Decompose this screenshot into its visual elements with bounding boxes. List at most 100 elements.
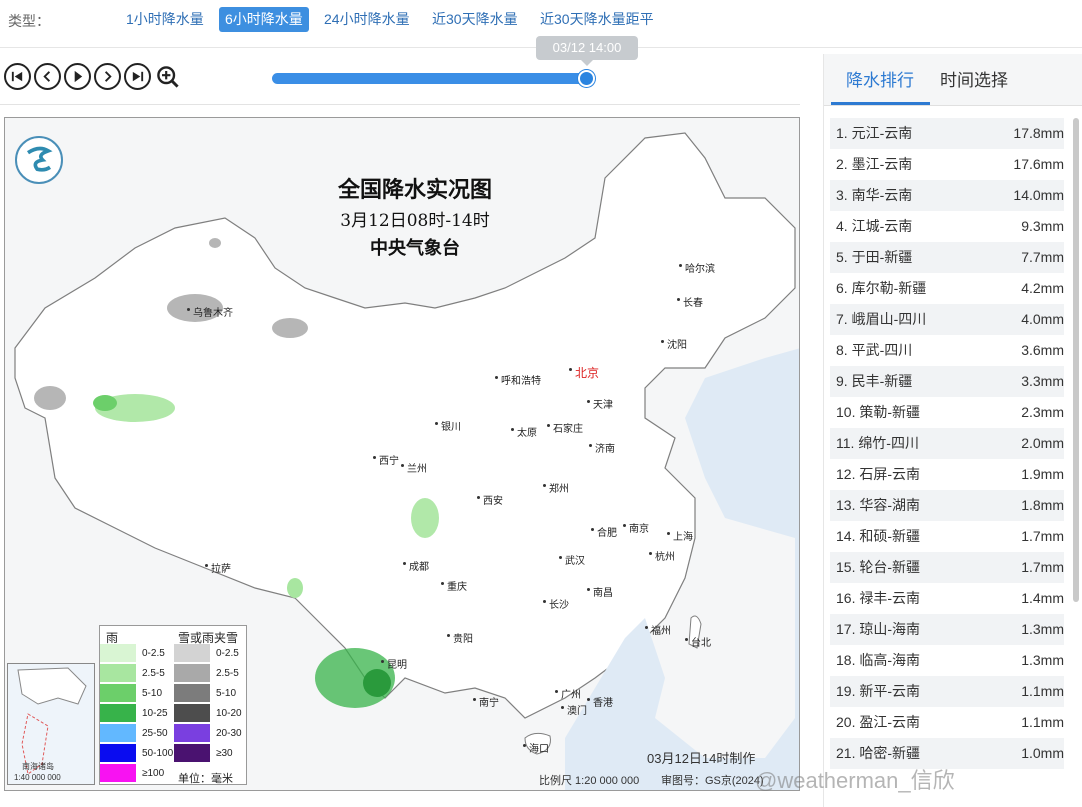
ranking-row[interactable]: 13. 华容-湖南 1.8mm [830,490,1064,521]
city-dot [447,634,450,637]
station-name: 2. 墨江-云南 [836,156,913,172]
city-dot [495,376,498,379]
city-label: 呼和浩特 [501,376,541,387]
city-dot [645,626,648,629]
legend-label: 0-2.5 [216,647,239,659]
legend-swatch [100,684,136,702]
tab-24h-precip[interactable]: 24小时降水量 [318,7,416,32]
ranking-row[interactable]: 16. 禄丰-云南 1.4mm [830,583,1064,614]
watermark: @weatherman_信欣 [755,768,955,793]
ranking-row[interactable]: 1. 元江-云南 17.8mm [830,118,1064,149]
city-label: 成都 [409,562,429,573]
station-name: 7. 峨眉山-四川 [836,311,927,327]
city-dot [587,588,590,591]
tab-30d-anomaly[interactable]: 近30天降水量距平 [534,7,660,32]
precip-value: 1.9mm [1021,466,1064,482]
ranking-row[interactable]: 8. 平武-四川 3.6mm [830,335,1064,366]
station-name: 16. 禄丰-云南 [836,590,921,606]
legend-item: 5-10 [174,684,236,702]
legend-item: 2.5-5 [100,664,165,682]
first-icon[interactable] [4,63,31,90]
station-name: 9. 民丰-新疆 [836,373,913,389]
station-name: 4. 江城-云南 [836,218,913,234]
city-dot [555,690,558,693]
city-label: 兰州 [407,464,427,475]
zoom-in-icon[interactable] [154,63,181,90]
precip-value: 1.1mm [1021,714,1064,730]
city-label: 上海 [673,532,693,543]
city-label: 长沙 [549,600,569,611]
legend-swatch [174,644,210,662]
city-dot [547,424,550,427]
legend-swatch [100,744,136,762]
ranking-row[interactable]: 15. 轮台-新疆 1.7mm [830,552,1064,583]
station-name: 3. 南华-云南 [836,187,913,203]
time-tooltip: 03/12 14:00 [536,36,638,66]
time-slider[interactable] [272,73,590,84]
city-dot [187,308,190,311]
station-name: 11. 绵竹-四川 [836,435,919,451]
time-slider-handle[interactable] [578,70,595,87]
ranking-row[interactable]: 9. 民丰-新疆 3.3mm [830,366,1064,397]
station-name: 19. 新平-云南 [836,683,921,699]
legend-swatch [100,664,136,682]
ranking-row[interactable]: 2. 墨江-云南 17.6mm [830,149,1064,180]
city-dot [559,556,562,559]
city-label: 台北 [691,638,711,649]
ranking-row[interactable]: 4. 江城-云南 9.3mm [830,211,1064,242]
legend-item: ≥100 [100,764,164,782]
tab-6h-precip[interactable]: 6小时降水量 [219,7,309,32]
city-label: 南昌 [593,588,613,599]
legend-item: 25-50 [100,724,168,742]
last-icon[interactable] [124,63,151,90]
ranking-row[interactable]: 18. 临高-海南 1.3mm [830,645,1064,676]
ranking-row[interactable]: 10. 策勒-新疆 2.3mm [830,397,1064,428]
ranking-row[interactable]: 5. 于田-新疆 7.7mm [830,242,1064,273]
review-number: 审图号：GS京(2024) [661,775,764,787]
legend-swatch [174,684,210,702]
scale-text: 比例尺 1:20 000 000 [539,775,640,787]
ranking-row[interactable]: 17. 琼山-海南 1.3mm [830,614,1064,645]
legend-swatch [174,744,210,762]
city-label: 西宁 [379,456,399,467]
ranking-row[interactable]: 20. 盈江-云南 1.1mm [830,707,1064,738]
precip-value: 3.3mm [1021,373,1064,389]
legend-label: 5-10 [142,687,163,699]
city-dot [587,400,590,403]
ranking-row[interactable]: 19. 新平-云南 1.1mm [830,676,1064,707]
ranking-row[interactable]: 12. 石屏-云南 1.9mm [830,459,1064,490]
city-dot [569,368,572,371]
legend-swatch [100,704,136,722]
tab-time-select[interactable]: 时间选择 [940,66,1008,91]
tab-30d-precip[interactable]: 近30天降水量 [426,7,524,32]
station-name: 8. 平武-四川 [836,342,913,358]
tab-1h-precip[interactable]: 1小时降水量 [120,7,210,32]
city-dot [373,456,376,459]
ranking-row[interactable]: 6. 库尔勒-新疆 4.2mm [830,273,1064,304]
legend-item: 20-30 [174,724,242,742]
inset-label: 南海诸岛 [22,762,54,771]
city-dot [441,582,444,585]
ranking-scrollbar[interactable] [1073,118,1079,602]
city-label: 海口 [529,744,549,755]
precip-value: 1.8mm [1021,497,1064,513]
legend-item: 10-20 [174,704,242,722]
station-name: 17. 琼山-海南 [836,621,921,637]
legend-label: 2.5-5 [142,667,165,679]
play-icon[interactable] [64,63,91,90]
ranking-row[interactable]: 14. 和硕-新疆 1.7mm [830,521,1064,552]
city-dot [587,698,590,701]
city-dot [543,484,546,487]
next-icon[interactable] [94,63,121,90]
prev-icon[interactable] [34,63,61,90]
precip-value: 1.0mm [1021,745,1064,761]
ranking-row[interactable]: 3. 南华-云南 14.0mm [830,180,1064,211]
city-label: 福州 [651,626,671,637]
ranking-row[interactable]: 11. 绵竹-四川 2.0mm [830,428,1064,459]
ranking-row[interactable]: 7. 峨眉山-四川 4.0mm [830,304,1064,335]
precip-value: 14.0mm [1013,187,1064,203]
tab-precip-ranking[interactable]: 降水排行 [846,66,914,91]
precip-map[interactable]: 全国降水实况图 3月12日08时-14时 中央气象台 乌鲁木齐 哈尔滨 长春 沈阳 呼和… [4,117,800,791]
city-label: 昆明 [387,660,407,671]
city-label: 南京 [629,524,649,535]
